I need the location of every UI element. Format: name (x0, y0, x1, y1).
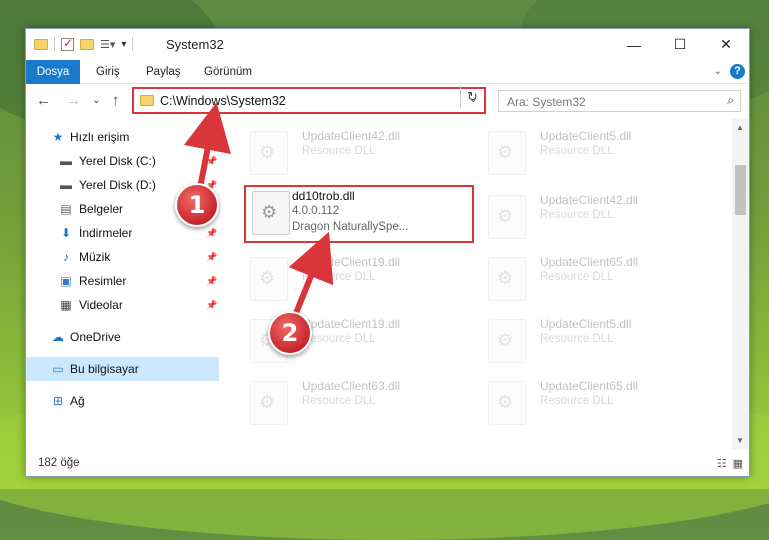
new-folder-icon[interactable] (80, 38, 94, 50)
close-button[interactable]: ✕ (703, 29, 749, 60)
ribbon-right-controls: ⌄ ? (714, 64, 745, 79)
file-tile[interactable]: UpdateClient42.dll Resource DLL (480, 187, 710, 245)
tab-share[interactable]: Paylaş (136, 60, 191, 84)
divider (54, 37, 55, 51)
callout-badge-2: 2 (268, 311, 312, 355)
drive-icon: ▬ (60, 154, 72, 168)
dll-file-icon (252, 191, 290, 235)
title-bar: ☰▾ ▾ System32 — ☐ ✕ (26, 29, 749, 60)
file-tile[interactable]: UpdateClient65.dll Resource DLL (480, 249, 710, 307)
dll-file-icon (488, 257, 526, 301)
pictures-icon: ▣ (60, 274, 72, 288)
nav-item-local-disk-c[interactable]: ▬ Yerel Disk (C:) 📌 (26, 149, 219, 173)
scroll-up-icon[interactable]: ▲ (736, 123, 744, 132)
divider (132, 37, 134, 51)
computer-icon: ▭ (52, 362, 64, 376)
address-row: ← → ⌄ ↑ C:\Windows\System32 ⌄ ↻ Ara: Sys… (26, 85, 749, 119)
nav-item-network[interactable]: ⊞ Ağ (26, 389, 219, 413)
explorer-window: ☰▾ ▾ System32 — ☐ ✕ Dosya Giriş Paylaş G… (25, 28, 750, 477)
navigation-pane: ★ Hızlı erişim ▬ Yerel Disk (C:) 📌 ▬ Yer… (26, 125, 219, 443)
dll-file-icon (250, 381, 288, 425)
nav-item-videos[interactable]: ▦ Videolar 📌 (26, 293, 219, 317)
view-buttons: ☷ ▦ (717, 457, 743, 470)
nav-item-pictures[interactable]: ▣ Resimler 📌 (26, 269, 219, 293)
scroll-down-icon[interactable]: ▼ (736, 436, 744, 445)
dll-file-icon (488, 319, 526, 363)
file-tile[interactable]: UpdateClient42.dll Resource DLL (242, 123, 472, 181)
tab-view[interactable]: Görünüm (194, 60, 262, 84)
nav-item-quick-access[interactable]: ★ Hızlı erişim (26, 125, 219, 149)
window-title: System32 (166, 37, 224, 52)
status-bar: 182 öğe ☷ ▦ (26, 452, 749, 476)
nav-item-onedrive[interactable]: ☁ OneDrive (26, 325, 219, 349)
properties-icon[interactable] (61, 36, 74, 51)
music-icon: ♪ (63, 250, 69, 264)
scrollbar-thumb[interactable] (735, 165, 746, 215)
item-count: 182 öğe (38, 457, 80, 469)
callout-badge-1: 1 (175, 183, 219, 227)
address-path[interactable]: C:\Windows\System32 (160, 94, 286, 108)
search-input[interactable]: Ara: System32 ⌕ (498, 90, 741, 112)
help-icon[interactable]: ? (730, 64, 745, 79)
refresh-button[interactable]: ↻ (460, 85, 484, 108)
tab-file[interactable]: Dosya (26, 60, 80, 84)
file-list: UpdateClient42.dll Resource DLL UpdateCl… (232, 121, 732, 451)
pin-icon[interactable]: 📌 (206, 252, 217, 263)
folder-icon (140, 95, 154, 106)
file-tile[interactable]: UpdateClient5.dll Resource DLL (480, 311, 710, 369)
details-view-icon[interactable]: ☷ (717, 457, 727, 470)
pin-icon[interactable]: 📌 (206, 276, 217, 287)
video-icon: ▦ (60, 298, 72, 312)
large-icons-view-icon[interactable]: ▦ (733, 457, 743, 470)
document-icon: ▤ (60, 202, 72, 216)
pin-icon[interactable]: 📌 (206, 228, 217, 239)
file-tile[interactable]: UpdateClient19.dll Resource DLL (242, 249, 472, 307)
pin-icon[interactable]: 📌 (206, 300, 217, 311)
network-icon: ⊞ (52, 394, 64, 408)
nav-item-this-pc[interactable]: ▭ Bu bilgisayar (26, 357, 219, 381)
customize-qat-icon[interactable]: ☰▾ (100, 38, 115, 51)
pin-icon[interactable]: 📌 (206, 156, 217, 167)
folder-icon (34, 38, 48, 50)
quick-access-toolbar: ☰▾ ▾ (34, 36, 134, 51)
drive-icon: ▬ (60, 178, 72, 192)
forward-arrow-icon[interactable]: → (66, 92, 81, 109)
expand-ribbon-icon[interactable]: ⌄ (714, 66, 722, 77)
star-icon: ★ (52, 130, 64, 144)
file-tile-selected[interactable]: dd10trob.dll 4.0.0.112 Dragon NaturallyS… (244, 185, 474, 243)
qat-dropdown-icon[interactable]: ▾ (121, 39, 126, 50)
search-icon[interactable]: ⌕ (727, 93, 734, 108)
cloud-icon: ☁ (52, 330, 64, 344)
tab-home[interactable]: Giriş (86, 60, 130, 84)
vertical-scrollbar[interactable]: ▲ ▼ (732, 119, 749, 449)
window-controls: — ☐ ✕ (611, 29, 749, 60)
nav-item-music[interactable]: ♪ Müzik 📌 (26, 245, 219, 269)
dll-file-icon (488, 195, 526, 239)
search-placeholder: Ara: System32 (507, 95, 586, 109)
back-arrow-icon[interactable]: ← (36, 92, 51, 109)
recent-locations-icon[interactable]: ⌄ (92, 95, 100, 106)
address-bar[interactable]: C:\Windows\System32 ⌄ (132, 87, 486, 114)
up-arrow-icon[interactable]: ↑ (112, 92, 120, 109)
download-icon: ⬇ (60, 226, 72, 240)
dll-file-icon (488, 131, 526, 175)
file-tile[interactable]: UpdateClient63.dll Resource DLL (242, 373, 472, 431)
dll-file-icon (488, 381, 526, 425)
dll-file-icon (250, 257, 288, 301)
maximize-button[interactable]: ☐ (657, 29, 703, 60)
minimize-button[interactable]: — (611, 29, 657, 60)
file-tile[interactable]: UpdateClient5.dll Resource DLL (480, 123, 710, 181)
dll-file-icon (250, 131, 288, 175)
ribbon-tabs: Dosya Giriş Paylaş Görünüm ⌄ ? (26, 60, 749, 84)
file-tile[interactable]: UpdateClient65.dll Resource DLL (480, 373, 710, 431)
